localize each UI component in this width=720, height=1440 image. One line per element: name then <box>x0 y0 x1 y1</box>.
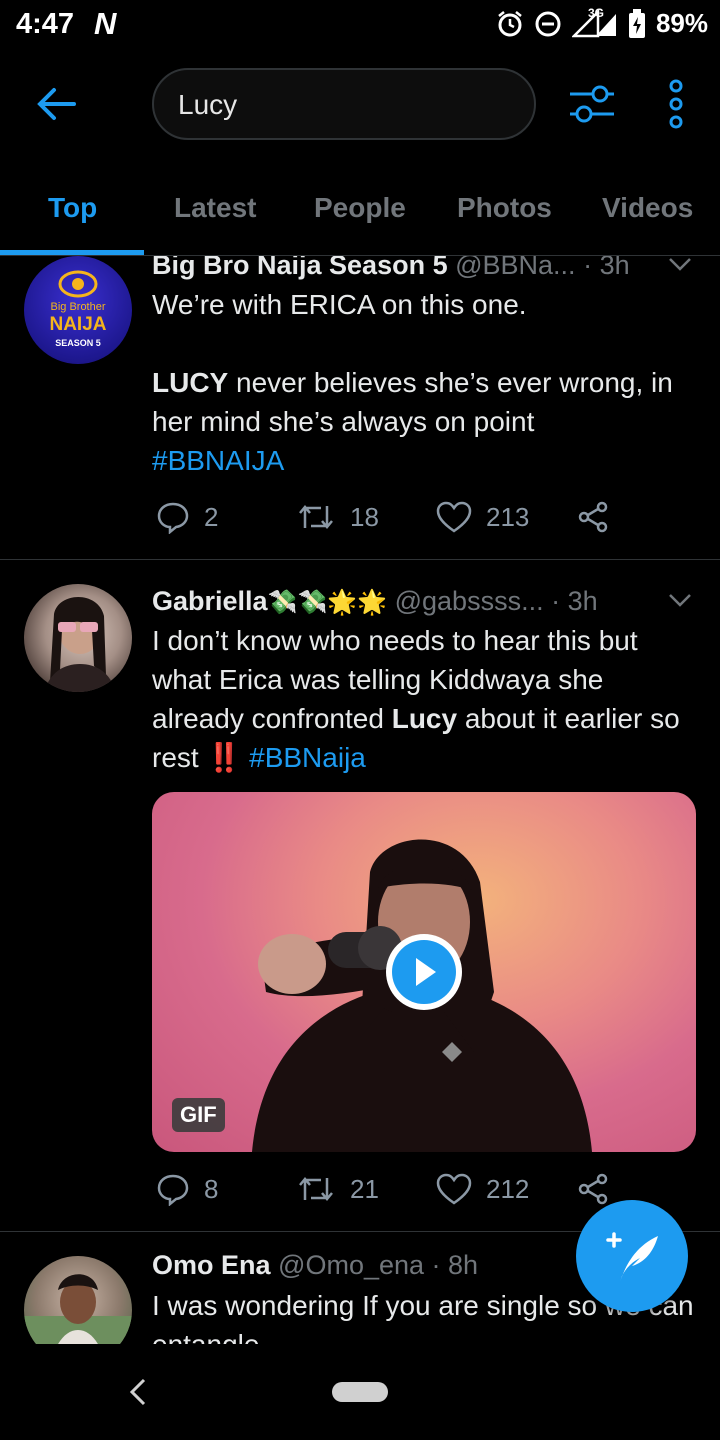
emoji-decorations: 💸💸🌟🌟 <box>267 589 388 616</box>
tweet-header: Big Bro Naija Season 5 @BBNa... · 3h <box>152 256 700 286</box>
tweet-time: · 8h <box>431 1250 479 1280</box>
author-handle[interactable]: @BBNa... <box>455 256 575 280</box>
tab-latest[interactable]: Latest <box>174 192 256 224</box>
reply-button[interactable]: 2 <box>156 500 218 534</box>
avatar-text-1: Big Brother <box>50 301 105 313</box>
author-name[interactable]: Big Bro Naija Season 5 <box>152 256 448 280</box>
tweet-actions: 2 18 213 <box>152 500 700 540</box>
status-icons: 3G 89% <box>496 6 708 39</box>
tab-photos[interactable]: Photos <box>457 192 552 224</box>
system-nav-bar <box>0 1344 720 1440</box>
battery-charging-icon <box>628 8 645 38</box>
tweet-header: Gabriella💸💸🌟🌟 @gabssss... · 3h <box>152 586 700 622</box>
status-bar: 4:47 N 3G 89% <box>0 0 720 50</box>
share-icon <box>578 1173 608 1205</box>
chevron-down-icon[interactable] <box>666 586 694 614</box>
back-arrow-icon[interactable] <box>34 82 78 126</box>
more-options-icon[interactable] <box>664 78 688 130</box>
search-tabs: Top Latest People Photos Videos <box>0 160 720 256</box>
avatar[interactable] <box>24 1256 132 1344</box>
status-time: 4:47 <box>16 8 75 40</box>
bold-keyword: LUCY <box>152 367 229 398</box>
nav-back-icon[interactable] <box>126 1374 150 1410</box>
tab-videos[interactable]: Videos <box>602 192 693 224</box>
battery-level: 89% <box>655 8 708 38</box>
avatar-photo <box>24 1274 132 1344</box>
alarm-icon <box>498 10 522 36</box>
retweet-icon <box>299 505 333 529</box>
reply-icon <box>157 1174 189 1206</box>
search-query[interactable]: Lucy <box>178 89 237 121</box>
avatar-text-2: NAIJA <box>49 314 106 335</box>
play-icon[interactable] <box>384 932 464 1012</box>
retweet-button[interactable]: 21 <box>296 1172 379 1206</box>
retweet-button[interactable]: 18 <box>296 500 379 534</box>
tweet-paragraph: LUCY never believes she’s ever wrong, in… <box>152 363 700 441</box>
bold-keyword: Lucy <box>391 703 458 734</box>
reply-button[interactable]: 8 <box>156 1172 218 1206</box>
tweet-line: never believes she’s ever wrong, in her … <box>152 367 673 437</box>
chevron-down-icon[interactable] <box>666 256 694 278</box>
tweet-line: We’re with ERICA on this one. <box>152 289 527 320</box>
reply-count: 2 <box>204 501 219 532</box>
double-exclamation-icon: ‼️ <box>206 742 242 773</box>
search-input[interactable]: Lucy <box>152 68 536 140</box>
search-header: Lucy <box>0 50 720 160</box>
reply-icon <box>157 502 189 534</box>
avatar[interactable] <box>24 584 132 692</box>
carrier-icon: N <box>94 6 117 41</box>
nav-home-pill[interactable] <box>332 1382 388 1402</box>
compose-tweet-button[interactable] <box>576 1200 688 1312</box>
retweet-icon <box>299 1177 333 1201</box>
avatar-photo <box>44 597 116 692</box>
hashtag-link[interactable]: #BBNaija <box>249 742 366 773</box>
share-button[interactable] <box>576 1172 610 1206</box>
author-name[interactable]: Omo Ena <box>152 1250 271 1280</box>
share-button[interactable] <box>576 500 610 534</box>
tweet-feed[interactable]: Big Brother NAIJA SEASON 5 Big Bro Naija… <box>0 256 720 1344</box>
dnd-icon <box>535 11 561 36</box>
avatar-text-3: SEASON 5 <box>55 338 101 348</box>
hashtag-link[interactable]: #BBNAIJA <box>152 441 700 480</box>
like-button[interactable]: 213 <box>436 500 529 534</box>
network-type: 3G <box>571 6 618 38</box>
avatar[interactable]: Big Brother NAIJA SEASON 5 <box>24 256 132 364</box>
like-count: 212 <box>486 1173 530 1204</box>
like-button[interactable]: 212 <box>436 1172 529 1206</box>
bbnaija-logo: Big Brother NAIJA SEASON 5 <box>49 270 107 348</box>
tweet-time: · 3h <box>551 586 598 616</box>
signal-icon-2 <box>595 13 616 36</box>
tab-people[interactable]: People <box>314 192 406 224</box>
share-icon <box>578 501 608 533</box>
reply-count: 8 <box>204 1173 219 1204</box>
filter-icon[interactable] <box>568 82 616 126</box>
author-name[interactable]: Gabriella <box>152 586 268 616</box>
active-tab-indicator <box>0 250 144 255</box>
like-count: 213 <box>486 501 530 532</box>
heart-icon <box>436 501 472 533</box>
heart-icon <box>436 1173 472 1205</box>
tweet-time: · 3h <box>583 256 630 280</box>
tweet[interactable]: Big Brother NAIJA SEASON 5 Big Bro Naija… <box>0 256 720 560</box>
retweet-count: 21 <box>350 1173 379 1204</box>
tweet-text: We’re with ERICA on this one. LUCY never… <box>152 285 700 480</box>
compose-feather-icon <box>606 1232 658 1282</box>
author-handle[interactable]: @gabssss... <box>395 586 544 616</box>
tweet[interactable]: Gabriella💸💸🌟🌟 @gabssss... · 3h I don’t k… <box>0 560 720 1232</box>
gif-badge: GIF <box>172 1098 225 1132</box>
tab-top[interactable]: Top <box>48 192 97 224</box>
retweet-count: 18 <box>350 501 379 532</box>
author-handle[interactable]: @Omo_ena <box>278 1250 424 1280</box>
gif-media[interactable]: GIF <box>152 792 696 1152</box>
tweet-text: I don’t know who needs to hear this but … <box>152 621 700 777</box>
